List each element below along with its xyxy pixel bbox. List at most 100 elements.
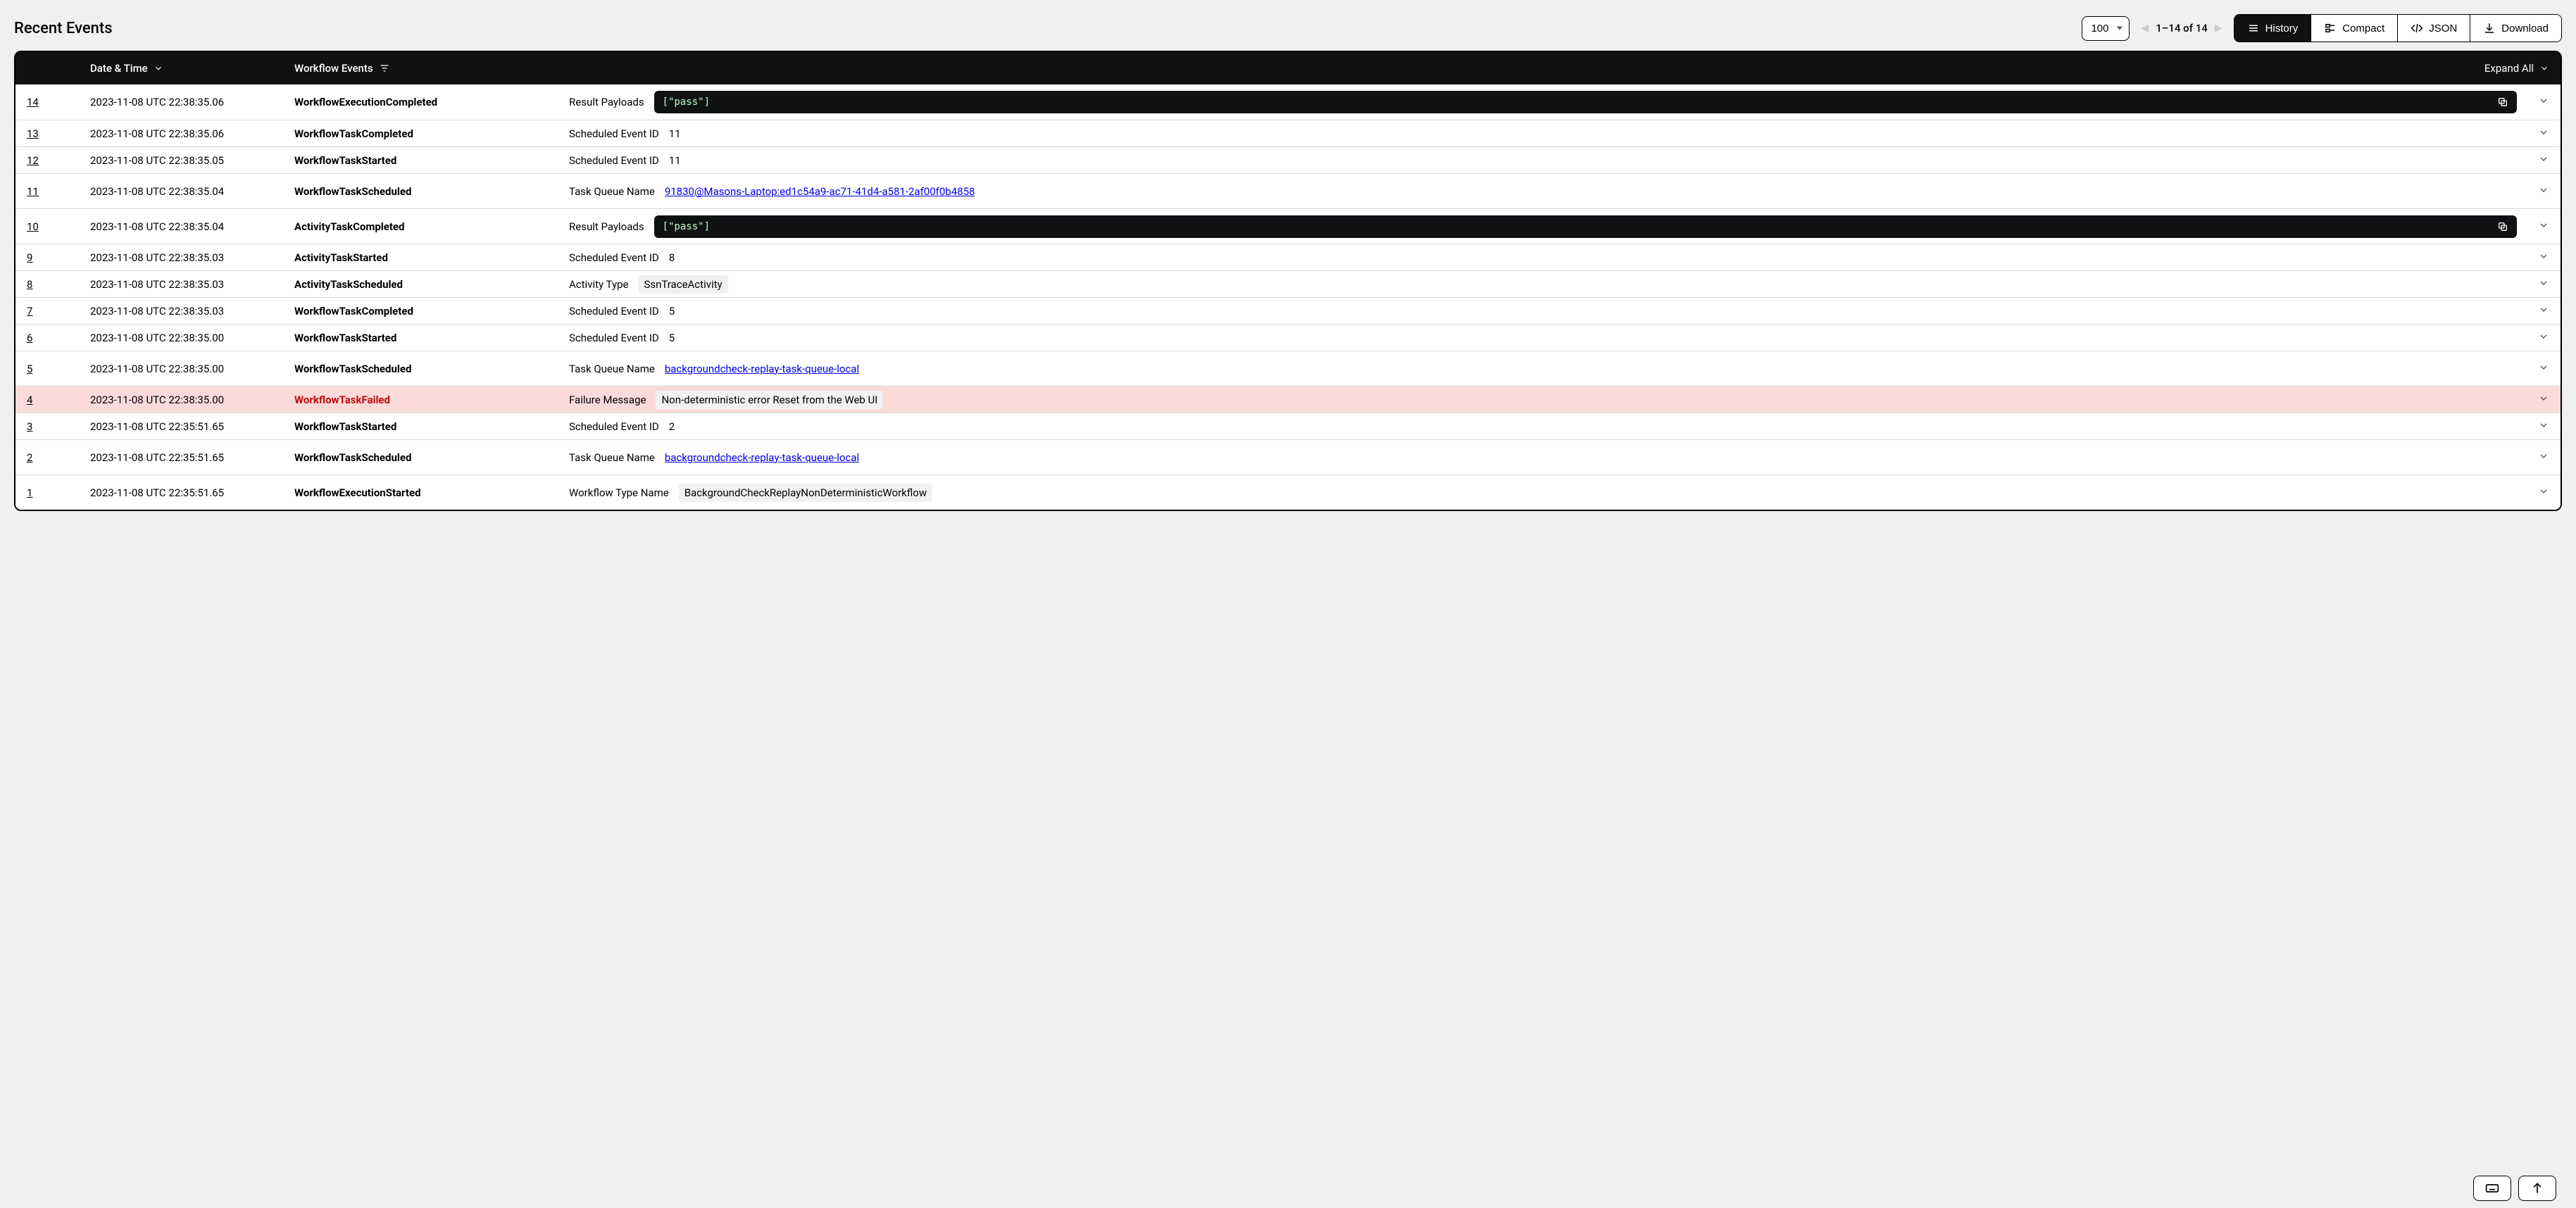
- page-title: Recent Events: [14, 20, 113, 37]
- row-expand-button[interactable]: [2521, 95, 2549, 109]
- payload-box: ["pass"]: [654, 215, 2517, 238]
- table-row[interactable]: 6 2023-11-08 UTC 22:38:35.00 WorkflowTas…: [15, 324, 2561, 351]
- event-name: WorkflowTaskStarted: [294, 154, 569, 167]
- table-row[interactable]: 1 2023-11-08 UTC 22:35:51.65 WorkflowExe…: [15, 474, 2561, 510]
- table-row[interactable]: 2 2023-11-08 UTC 22:35:51.65 WorkflowTas…: [15, 439, 2561, 474]
- row-expand-button[interactable]: [2521, 451, 2549, 465]
- download-button[interactable]: Download: [2470, 15, 2561, 42]
- row-expand-button[interactable]: [2521, 127, 2549, 141]
- payload-value: ["pass"]: [663, 221, 710, 232]
- detail-label: Task Queue Name: [569, 363, 655, 375]
- detail-badge: Non-deterministic error Reset from the W…: [656, 391, 883, 409]
- column-date[interactable]: Date & Time: [90, 62, 294, 75]
- event-id-link[interactable]: 12: [27, 154, 39, 167]
- table-row[interactable]: 5 2023-11-08 UTC 22:38:35.00 WorkflowTas…: [15, 351, 2561, 386]
- compact-icon: [2324, 22, 2337, 34]
- table-row[interactable]: 13 2023-11-08 UTC 22:38:35.06 WorkflowTa…: [15, 120, 2561, 146]
- pager-prev-icon[interactable]: ◀: [2141, 23, 2149, 34]
- copy-icon[interactable]: [2497, 96, 2508, 108]
- detail-value: 2: [669, 420, 675, 433]
- detail-link[interactable]: 91830@Masons-Laptop:ed1c54a9-ac71-41d4-a…: [665, 185, 975, 198]
- event-timestamp: 2023-11-08 UTC 22:35:51.65: [90, 420, 294, 433]
- event-id-link[interactable]: 11: [27, 185, 39, 198]
- event-timestamp: 2023-11-08 UTC 22:38:35.06: [90, 127, 294, 140]
- detail-label: Scheduled Event ID: [569, 305, 659, 317]
- column-events-label: Workflow Events: [294, 62, 373, 75]
- detail-label: Task Queue Name: [569, 185, 655, 198]
- event-id-link[interactable]: 5: [27, 363, 32, 375]
- page-size-select[interactable]: 100: [2082, 16, 2130, 41]
- detail-link[interactable]: backgroundcheck-replay-task-queue-local: [665, 363, 859, 375]
- table-row[interactable]: 3 2023-11-08 UTC 22:35:51.65 WorkflowTas…: [15, 413, 2561, 439]
- row-expand-button[interactable]: [2521, 304, 2549, 318]
- table-row[interactable]: 10 2023-11-08 UTC 22:38:35.04 ActivityTa…: [15, 208, 2561, 244]
- download-button-label: Download: [2501, 23, 2549, 34]
- detail-value: 11: [669, 154, 681, 167]
- event-name: WorkflowTaskStarted: [294, 332, 569, 344]
- row-expand-button[interactable]: [2521, 393, 2549, 407]
- json-button[interactable]: JSON: [2397, 15, 2470, 42]
- event-id-link[interactable]: 14: [27, 96, 39, 108]
- row-expand-button[interactable]: [2521, 362, 2549, 376]
- event-timestamp: 2023-11-08 UTC 22:38:35.04: [90, 185, 294, 198]
- expand-all-button[interactable]: Expand All: [2484, 62, 2549, 75]
- events-table: Date & Time Workflow Events Expand All 1…: [14, 51, 2562, 511]
- event-id-link[interactable]: 2: [27, 451, 32, 464]
- copy-icon[interactable]: [2497, 221, 2508, 232]
- detail-link[interactable]: backgroundcheck-replay-task-queue-local: [665, 451, 859, 464]
- pager-text: 1–14 of 14: [2156, 22, 2208, 34]
- event-timestamp: 2023-11-08 UTC 22:38:35.00: [90, 394, 294, 406]
- row-expand-button[interactable]: [2521, 277, 2549, 291]
- row-expand-button[interactable]: [2521, 220, 2549, 234]
- scroll-top-button[interactable]: [2518, 1176, 2556, 1201]
- compact-button[interactable]: Compact: [2311, 15, 2397, 42]
- history-button[interactable]: History: [2234, 15, 2311, 42]
- detail-label: Result Payloads: [569, 96, 644, 108]
- event-id-link[interactable]: 8: [27, 278, 32, 291]
- pager-next-icon[interactable]: ▶: [2215, 23, 2222, 34]
- event-id-link[interactable]: 4: [27, 394, 32, 406]
- event-timestamp: 2023-11-08 UTC 22:35:51.65: [90, 486, 294, 499]
- table-row[interactable]: 12 2023-11-08 UTC 22:38:35.05 WorkflowTa…: [15, 146, 2561, 173]
- table-row[interactable]: 9 2023-11-08 UTC 22:38:35.03 ActivityTas…: [15, 244, 2561, 270]
- event-name: WorkflowTaskCompleted: [294, 305, 569, 317]
- event-name: WorkflowExecutionStarted: [294, 486, 569, 499]
- event-id-link[interactable]: 13: [27, 127, 39, 140]
- event-id-link[interactable]: 9: [27, 251, 32, 264]
- event-id-link[interactable]: 7: [27, 305, 32, 317]
- detail-label: Scheduled Event ID: [569, 420, 659, 433]
- event-id-link[interactable]: 6: [27, 332, 32, 344]
- event-id-link[interactable]: 3: [27, 420, 32, 433]
- event-name: ActivityTaskCompleted: [294, 220, 569, 233]
- chevron-down-icon: [154, 63, 163, 73]
- event-id-link[interactable]: 10: [27, 220, 39, 233]
- row-expand-button[interactable]: [2521, 486, 2549, 500]
- event-timestamp: 2023-11-08 UTC 22:35:51.65: [90, 451, 294, 464]
- detail-label: Failure Message: [569, 394, 646, 406]
- event-name: WorkflowTaskCompleted: [294, 127, 569, 140]
- table-row[interactable]: 11 2023-11-08 UTC 22:38:35.04 WorkflowTa…: [15, 173, 2561, 208]
- row-expand-button[interactable]: [2521, 251, 2549, 265]
- table-row[interactable]: 14 2023-11-08 UTC 22:38:35.06 WorkflowEx…: [15, 84, 2561, 120]
- column-events[interactable]: Workflow Events: [294, 62, 569, 75]
- event-id-link[interactable]: 1: [27, 486, 32, 499]
- event-timestamp: 2023-11-08 UTC 22:38:35.03: [90, 251, 294, 264]
- code-icon: [2411, 22, 2423, 34]
- expand-all-label: Expand All: [2484, 62, 2534, 75]
- history-button-label: History: [2265, 23, 2299, 34]
- table-row[interactable]: 4 2023-11-08 UTC 22:38:35.00 WorkflowTas…: [15, 386, 2561, 413]
- detail-value: 11: [669, 127, 681, 140]
- row-expand-button[interactable]: [2521, 184, 2549, 199]
- keyboard-shortcuts-button[interactable]: [2473, 1176, 2511, 1201]
- view-mode-group: History Compact JSON Download: [2234, 14, 2562, 42]
- row-expand-button[interactable]: [2521, 420, 2549, 434]
- detail-label: Result Payloads: [569, 220, 644, 233]
- row-expand-button[interactable]: [2521, 153, 2549, 168]
- download-icon: [2483, 22, 2496, 34]
- table-row[interactable]: 7 2023-11-08 UTC 22:38:35.03 WorkflowTas…: [15, 297, 2561, 324]
- detail-label: Scheduled Event ID: [569, 251, 659, 264]
- event-timestamp: 2023-11-08 UTC 22:38:35.00: [90, 363, 294, 375]
- detail-label: Activity Type: [569, 278, 628, 291]
- table-row[interactable]: 8 2023-11-08 UTC 22:38:35.03 ActivityTas…: [15, 270, 2561, 297]
- row-expand-button[interactable]: [2521, 331, 2549, 345]
